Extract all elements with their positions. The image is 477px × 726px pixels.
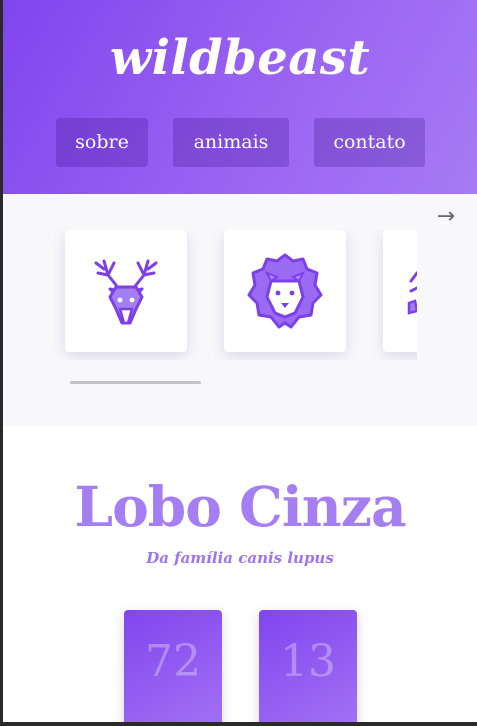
animal-carousel: → <box>3 194 477 426</box>
main-nav: sobre animais contato <box>3 118 477 167</box>
site-logo[interactable]: wildbeast <box>3 0 477 86</box>
animal-title: Lobo Cinza <box>74 474 406 539</box>
page: wildbeast sobre animais contato → Lobo C… <box>3 0 477 722</box>
card-deer[interactable] <box>65 230 187 352</box>
card-partial[interactable] <box>383 230 417 352</box>
nav-contato[interactable]: contato <box>314 118 425 167</box>
nav-animais[interactable]: animais <box>173 118 289 167</box>
lion-icon <box>247 253 323 329</box>
site-header: wildbeast sobre animais contato <box>3 0 477 194</box>
animal-subtitle: Da família canis lupus <box>146 549 334 567</box>
stat-card: 13 <box>259 610 357 722</box>
stat-value: 72 <box>145 636 201 687</box>
card-lion[interactable] <box>224 230 346 352</box>
stat-card: 72 <box>124 610 222 722</box>
carousel-track <box>3 230 417 360</box>
nav-sobre[interactable]: sobre <box>56 118 148 167</box>
stat-value: 13 <box>280 636 336 687</box>
next-arrow-icon[interactable]: → <box>437 204 455 229</box>
deer-icon <box>94 259 158 325</box>
partial-animal-icon <box>407 271 417 315</box>
animal-detail: Lobo Cinza Da família canis lupus 72 13 <box>3 426 477 722</box>
carousel-scrollbar[interactable] <box>70 381 201 384</box>
